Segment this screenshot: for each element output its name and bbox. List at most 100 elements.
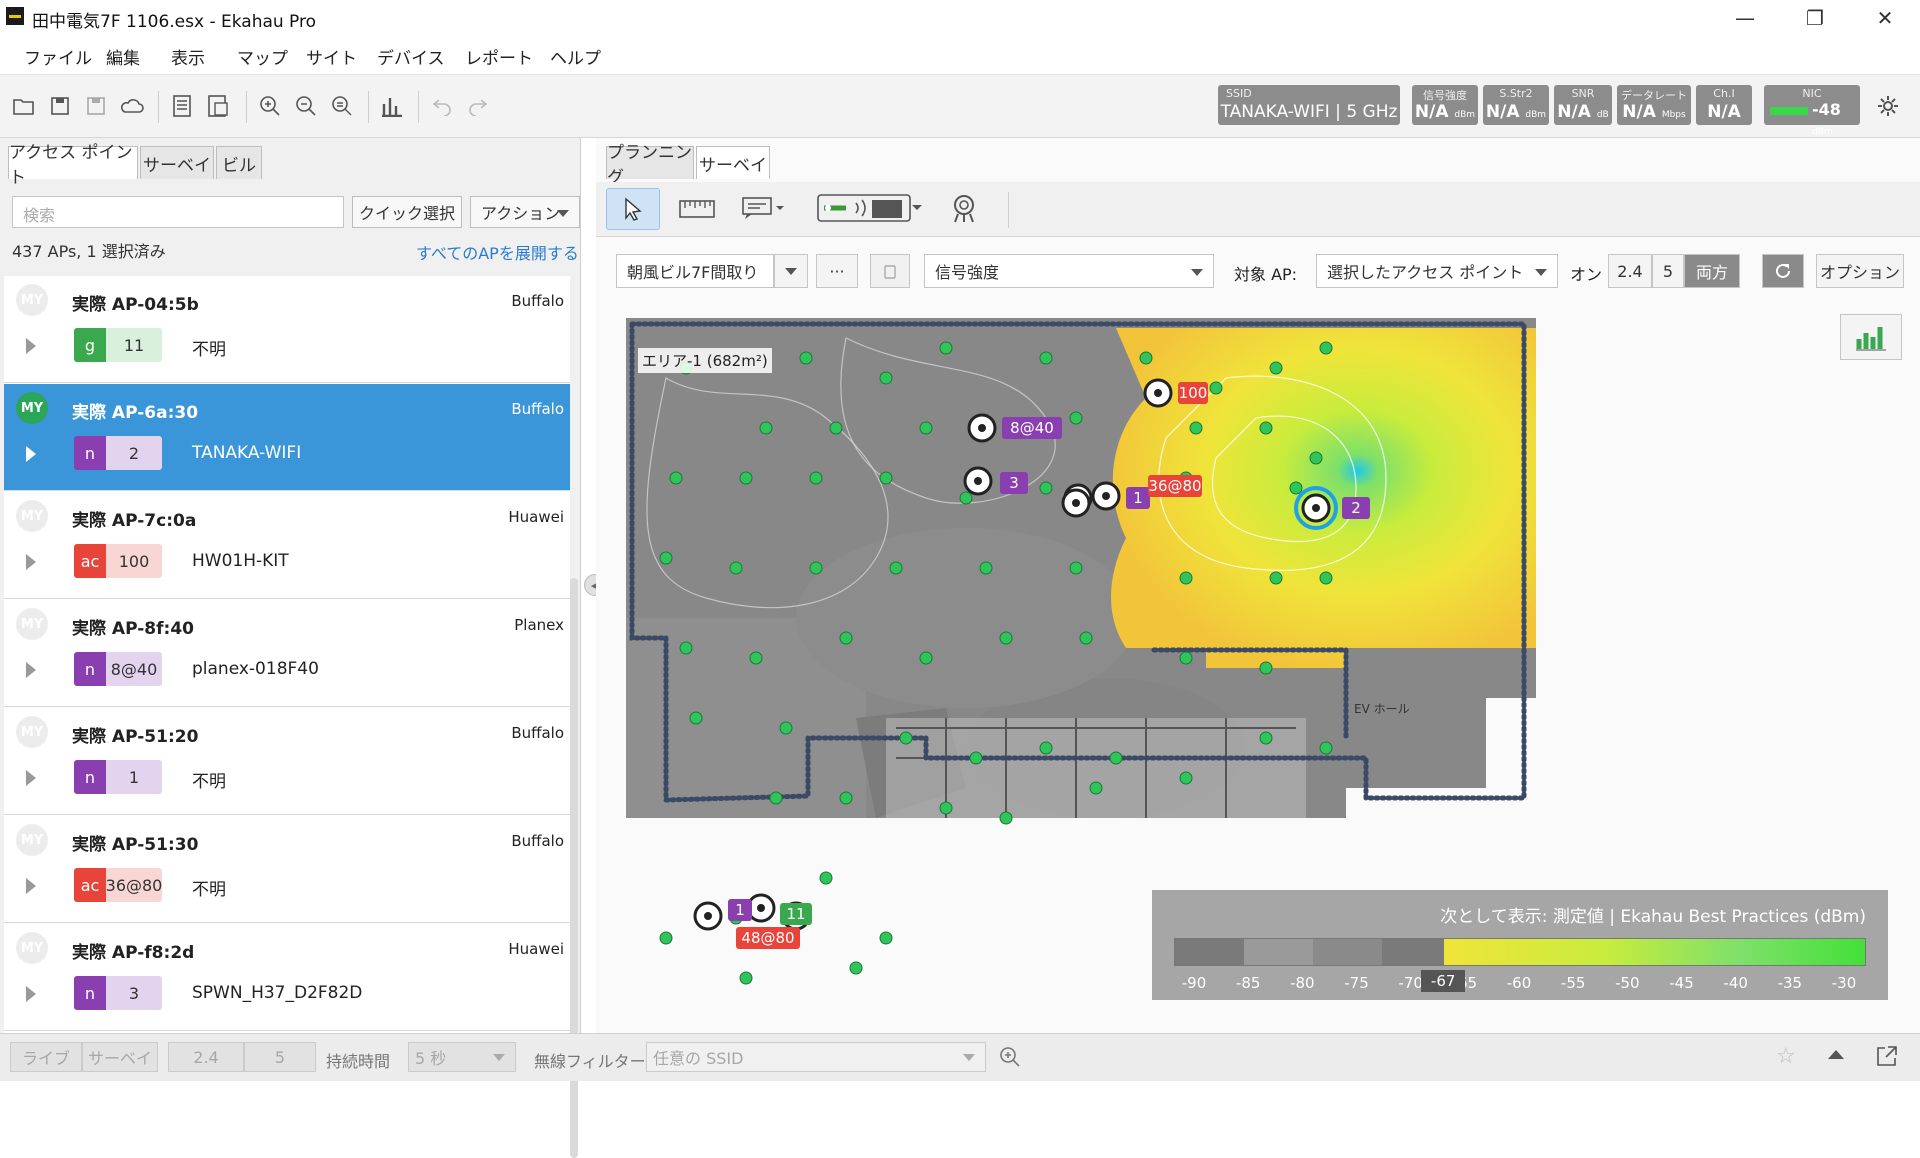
survey-point — [889, 561, 903, 575]
avatar: MY — [16, 392, 48, 424]
tab-survey[interactable]: サーベイ — [140, 146, 214, 179]
band-24-button[interactable]: 2.4 — [1608, 254, 1652, 288]
ap-vendor: Huawei — [508, 508, 564, 526]
filter-search-icon[interactable] — [998, 1045, 1022, 1074]
legend-marker[interactable]: -67 — [1421, 970, 1466, 992]
nic-status: NIC -48 dBm — [1764, 85, 1860, 137]
minimize-button[interactable]: — — [1710, 0, 1780, 36]
gear-icon[interactable] — [1874, 92, 1902, 120]
ruler-icon[interactable] — [674, 188, 720, 228]
toolbar-separator — [158, 91, 159, 123]
tab-access-points[interactable]: アクセス ポイント — [8, 143, 138, 188]
redo-icon[interactable] — [464, 92, 492, 120]
list-item[interactable]: MY 実際 AP-04:5b Buffalo g 11 不明 — [4, 276, 570, 383]
expand-arrow-icon[interactable] — [26, 770, 36, 786]
list-item[interactable]: MY 実際 AP-f8:2d Huawei n 3 SPWN_H37_D2F82D — [4, 924, 570, 1031]
more-button[interactable]: ··· — [816, 254, 858, 288]
zoom-in-icon[interactable] — [256, 92, 284, 120]
report-icon[interactable] — [168, 92, 196, 120]
channel-value: N/A — [1707, 102, 1741, 122]
lock-icon[interactable] — [870, 254, 910, 288]
menu-help[interactable]: ヘルプ — [550, 44, 601, 69]
list-item[interactable]: MY 実際 AP-6a:30 Buffalo n 2 TANAKA-WIFI — [4, 384, 570, 491]
comment-icon[interactable] — [736, 188, 790, 228]
band-5-toggle[interactable]: 5 — [244, 1042, 316, 1072]
chevron-up-icon[interactable] — [1828, 1050, 1844, 1059]
survey-point — [749, 651, 763, 665]
expand-arrow-icon[interactable] — [26, 338, 36, 354]
survey-icon[interactable] — [814, 188, 926, 228]
menu-device[interactable]: デバイス — [377, 44, 445, 69]
duration-dropdown[interactable]: 5 秒 — [408, 1042, 516, 1072]
star-icon[interactable]: ☆ — [1776, 1044, 1796, 1069]
menu-view[interactable]: 表示 — [171, 44, 205, 69]
cloud-icon[interactable] — [118, 92, 146, 120]
ssid-filter-dropdown[interactable]: 任意の SSID — [646, 1042, 986, 1072]
pointer-icon[interactable] — [606, 188, 660, 230]
survey-point — [1289, 481, 1303, 495]
area-label[interactable]: エリア-1 (682m²) — [638, 348, 772, 373]
legend-tick: -90 — [1181, 974, 1207, 992]
band-5-button[interactable]: 5 — [1652, 254, 1684, 288]
close-button[interactable]: ✕ — [1850, 0, 1920, 36]
ap-ssid: HW01H-KIT — [192, 551, 289, 571]
list-item[interactable]: MY 実際 AP-7c:0a Huawei ac 100 HW01H-KIT — [4, 492, 570, 599]
popout-icon[interactable] — [1876, 1045, 1898, 1072]
access-point-dot — [1072, 499, 1080, 507]
expand-arrow-icon[interactable] — [26, 986, 36, 1002]
status-bar: ライブ サーベイ 2.4 5 持続時間 5 秒 無線フィルター 任意の SSID… — [0, 1033, 1920, 1081]
save-icon[interactable] — [46, 92, 74, 120]
chart-icon[interactable] — [378, 92, 406, 120]
folder-open-icon[interactable] — [10, 92, 38, 120]
refresh-icon[interactable] — [1762, 254, 1804, 288]
tab-building[interactable]: ビル — [216, 146, 262, 179]
expand-arrow-icon[interactable] — [26, 446, 36, 462]
list-item[interactable]: MY 実際 AP-8f:40 Planex n 8@40 planex-018F40 — [4, 600, 570, 707]
floor-dropdown[interactable]: 朝風ビル7F間取り — [616, 254, 774, 288]
data-rate-label: データレート — [1621, 89, 1687, 102]
legend-tick: -60 — [1506, 974, 1532, 992]
band-both-button[interactable]: 両方 — [1684, 254, 1740, 288]
band-24-toggle[interactable]: 2.4 — [168, 1042, 244, 1072]
zoom-out-icon[interactable] — [292, 92, 320, 120]
signal-label: 信号強度 — [1423, 89, 1467, 102]
target-ap-dropdown[interactable]: 選択したアクセス ポイント — [1316, 254, 1558, 288]
list-item[interactable]: MY 実際 AP-51:30 Buffalo ac 36@80 不明 — [4, 816, 570, 923]
survey-point — [839, 791, 853, 805]
survey-button[interactable]: サーベイ — [82, 1042, 158, 1072]
menu-map[interactable]: マップ — [237, 44, 288, 69]
menu-report[interactable]: レポート — [465, 44, 533, 69]
title-bar: 田中電気7F 1106.esx - Ekahau Pro — ❐ ✕ — [0, 0, 1920, 36]
floor-dropdown-arrow[interactable] — [774, 254, 808, 288]
tab-planning[interactable]: プランニング — [606, 143, 694, 188]
expand-arrow-icon[interactable] — [26, 878, 36, 894]
report-export-icon[interactable] — [204, 92, 232, 120]
action-dropdown[interactable]: アクション — [470, 196, 580, 228]
save-as-icon[interactable] — [82, 92, 110, 120]
search-input[interactable]: 検索 — [12, 196, 344, 228]
access-point-dot — [1154, 389, 1162, 397]
expand-all-link[interactable]: すべてのAPを展開する — [416, 240, 579, 264]
expand-arrow-icon[interactable] — [26, 662, 36, 678]
ssid-label: SSID — [1226, 87, 1252, 100]
tab-survey-map[interactable]: サーベイ — [696, 146, 770, 179]
restore-button[interactable]: ❐ — [1780, 0, 1850, 36]
chart-toggle-icon[interactable] — [1840, 314, 1902, 360]
menu-file[interactable]: ファイル — [24, 44, 92, 69]
ap-ssid: TANAKA-WIFI — [192, 443, 302, 463]
quick-select-button[interactable]: クイック選択 — [352, 196, 462, 228]
target-ap-label: 対象 AP: — [1234, 265, 1298, 284]
list-item[interactable]: MY 実際 AP-51:20 Buffalo n 1 不明 — [4, 708, 570, 815]
ap-ssid: SPWN_H37_D2F82D — [192, 983, 363, 1003]
zoom-fit-icon[interactable] — [328, 92, 356, 120]
options-button[interactable]: オプション — [1816, 254, 1904, 288]
undo-icon[interactable] — [428, 92, 456, 120]
expand-arrow-icon[interactable] — [26, 554, 36, 570]
menu-edit[interactable]: 編集 — [106, 44, 140, 69]
ap-search-icon[interactable] — [942, 188, 990, 228]
live-button[interactable]: ライブ — [10, 1042, 82, 1072]
nic-signal-bar — [1770, 107, 1808, 115]
avatar: MY — [16, 716, 48, 748]
menu-site[interactable]: サイト — [306, 44, 357, 69]
view-mode-dropdown[interactable]: 信号強度 — [924, 254, 1214, 288]
